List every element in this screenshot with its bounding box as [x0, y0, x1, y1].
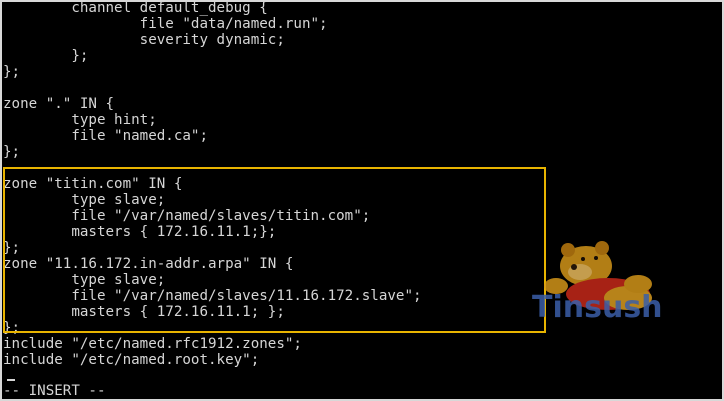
code-line: }; [3, 48, 89, 64]
window-frame-left [0, 0, 2, 401]
code-line: }; [3, 64, 21, 80]
vim-editor[interactable]: channel default_debug { file "data/named… [3, 0, 719, 399]
code-line: }; [3, 144, 21, 160]
code-line: include "/etc/named.rfc1912.zones"; [3, 336, 302, 352]
code-line: file "named.ca"; [3, 128, 208, 144]
code-line: zone "." IN { [3, 96, 115, 112]
code-line: include "/etc/named.root.key"; [3, 352, 260, 368]
zone-highlight-box [3, 167, 546, 333]
mode-indicator: -- INSERT -- [3, 383, 106, 399]
watermark-text: Tinsush [532, 290, 663, 325]
text-cursor [7, 379, 15, 381]
code-line: channel default_debug { [3, 0, 268, 16]
code-line: type hint; [3, 112, 157, 128]
code-line: file "data/named.run"; [3, 16, 328, 32]
code-line: severity dynamic; [3, 32, 285, 48]
